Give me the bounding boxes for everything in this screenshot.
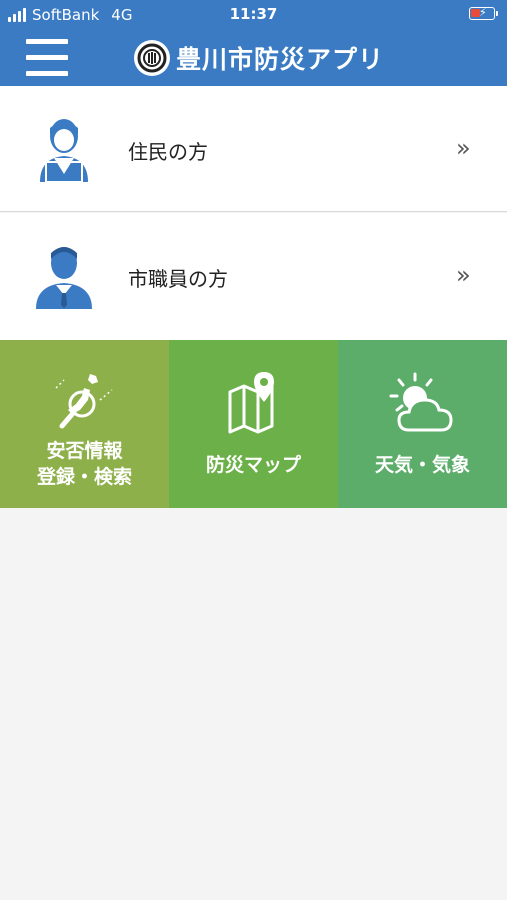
city-staff-man-icon	[32, 241, 96, 311]
sun-cloud-icon	[338, 370, 507, 436]
japan-map-search-icon	[0, 370, 169, 436]
battery-icon: ⚡	[469, 6, 498, 20]
safety-info-line1: 安否情報	[46, 440, 123, 462]
chevron-right-icon: »	[456, 261, 471, 289]
weather-tile[interactable]: 天気・気象	[338, 340, 507, 508]
hamburger-menu-icon[interactable]	[26, 39, 68, 77]
residents-row[interactable]: 住民の方 »	[0, 86, 507, 212]
top-bar: SoftBank 4G 11:37 ⚡ 豊川市防災アプリ	[0, 0, 507, 86]
status-bar: SoftBank 4G 11:37 ⚡	[0, 0, 507, 30]
menu-tiles: 安否情報 登録・検索 防災マップ 天気・気象	[0, 340, 507, 508]
app-header: 豊川市防災アプリ	[0, 30, 507, 86]
resident-woman-icon	[32, 114, 96, 184]
status-time: 11:37	[229, 5, 278, 23]
residents-label: 住民の方	[128, 140, 208, 164]
map-pin-icon	[169, 370, 338, 434]
chevron-right-icon: »	[456, 134, 471, 162]
disaster-map-tile[interactable]: 防災マップ	[169, 340, 338, 508]
app-title: 豊川市防災アプリ	[176, 45, 385, 74]
city-staff-row[interactable]: 市職員の方 »	[0, 213, 507, 340]
safety-info-label: 安否情報 登録・検索	[0, 438, 169, 490]
weather-label: 天気・気象	[374, 454, 470, 476]
city-staff-label: 市職員の方	[128, 267, 228, 291]
header-title-group: 豊川市防災アプリ	[134, 40, 384, 76]
safety-info-tile[interactable]: 安否情報 登録・検索	[0, 340, 169, 508]
disaster-map-label: 防災マップ	[205, 454, 301, 476]
city-emblem-icon	[134, 40, 170, 76]
safety-info-line2: 登録・検索	[36, 466, 132, 488]
